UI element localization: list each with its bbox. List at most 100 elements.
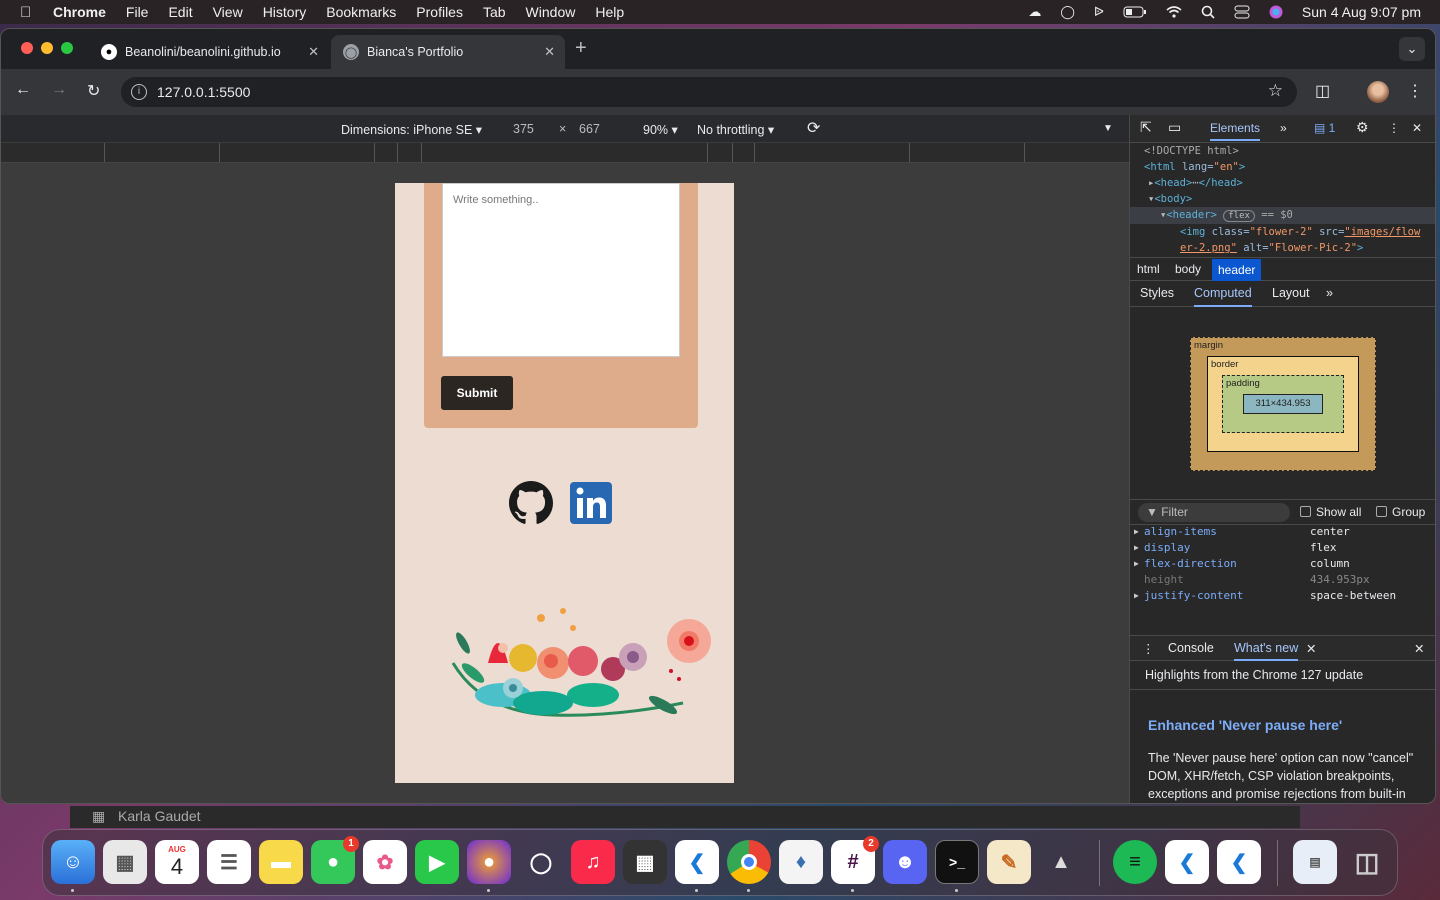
crumb-html[interactable]: html [1132,262,1165,280]
slack-icon[interactable]: #2 [831,836,879,884]
new-tab-button[interactable]: + [575,37,587,60]
firefox-icon[interactable]: ● [467,840,511,884]
box-model-margin[interactable]: margin border padding 311×434.953 [1190,337,1376,471]
vscode-icon[interactable]: ❮ [1217,840,1261,884]
device-toggle-icon[interactable]: ▭ [1168,119,1181,136]
more-tabs-icon[interactable]: » [1280,121,1287,135]
search-icon[interactable] [1201,5,1215,19]
devtools-menu-icon[interactable]: ⋮ [1388,121,1400,135]
issues-badge[interactable]: ▤ 1 [1314,121,1335,135]
settings-gear-icon[interactable]: ⚙ [1356,119,1369,136]
inspect-element-icon[interactable]: ⇱ [1140,119,1152,136]
chrome-menu-icon[interactable]: ⋮ [1407,81,1423,101]
property-row[interactable]: ▶ flex-direction column [1130,557,1435,573]
menu-help[interactable]: Help [595,4,624,20]
menu-bookmarks[interactable]: Bookmarks [326,4,396,20]
show-all-checkbox[interactable]: Show all [1300,505,1361,519]
background-window[interactable]: ▦ Karla Gaudet [70,806,1300,828]
more-options-icon[interactable]: ▼ [1103,123,1113,134]
tab-whats-new[interactable]: What's new [1234,641,1299,661]
box-model-content[interactable]: 311×434.953 [1243,394,1323,414]
profile-avatar[interactable] [1367,81,1389,103]
terminal-icon[interactable]: >_ [935,840,979,884]
app-icon[interactable]: ◯ [519,840,563,884]
close-window-button[interactable] [21,42,33,54]
forward-button[interactable]: → [51,81,67,99]
extensions-icon[interactable]: ◫ [1315,81,1330,101]
siri-icon[interactable] [1269,5,1283,19]
bookmark-star-icon[interactable]: ☆ [1268,81,1283,101]
chrome-icon[interactable] [727,840,771,884]
tab-console[interactable]: Console [1168,641,1214,655]
spotify-icon[interactable]: ≡ [1113,840,1157,884]
menu-history[interactable]: History [263,4,307,20]
device-dimensions-select[interactable]: Dimensions: iPhone SE ▾ [341,122,482,137]
menu-window[interactable]: Window [526,4,576,20]
bluetooth-icon[interactable]: ᐉ [1094,4,1104,20]
notes-icon[interactable]: ▬ [259,840,303,884]
rotate-icon[interactable]: ⟳ [807,118,820,138]
finder-icon[interactable]: ☺ [51,840,95,884]
menu-edit[interactable]: Edit [168,4,192,20]
tab-layout[interactable]: Layout [1272,286,1310,300]
menu-file[interactable]: File [126,4,149,20]
creative-cloud-icon[interactable]: ☁ [1028,4,1041,20]
whats-new-title[interactable]: Enhanced 'Never pause here' [1148,717,1342,733]
vscode-icon[interactable]: ❮ [1165,840,1209,884]
submit-button[interactable]: Submit [441,376,513,410]
close-devtools-icon[interactable]: ✕ [1412,121,1422,135]
close-tab-icon[interactable]: ✕ [308,44,319,60]
site-info-icon[interactable]: i [131,84,147,100]
dom-body[interactable]: ▾<body> [1130,191,1435,207]
device-width-input[interactable]: 375 [513,122,534,136]
dom-head[interactable]: ▸<head>⋯</head> [1130,175,1435,191]
calendar-icon[interactable]: AUG 4 [155,840,199,884]
box-model-border[interactable]: border padding 311×434.953 [1207,356,1359,452]
tab-styles[interactable]: Styles [1140,286,1174,300]
property-row[interactable]: ▶ justify-content space-between [1130,589,1435,605]
messages-icon[interactable]: ● 1 [311,836,359,884]
filter-input[interactable]: ▼ Filter [1138,503,1290,522]
archive-icon[interactable]: ▤ [1293,840,1337,884]
reload-button[interactable]: ↻ [87,81,100,101]
property-row[interactable]: ▶ display flex [1130,541,1435,557]
reminders-icon[interactable]: ☰ [207,840,251,884]
zoom-select[interactable]: 90% ▾ [643,122,678,137]
property-row[interactable]: height 434.953px [1130,573,1435,589]
github-icon[interactable] [509,481,553,525]
wifi-icon[interactable] [1166,6,1182,18]
launchpad-icon[interactable]: ▦ [103,840,147,884]
dom-doctype[interactable]: <!DOCTYPE html> [1130,143,1435,159]
close-drawer-icon[interactable]: ✕ [1414,641,1424,656]
tab-search-button[interactable]: ⌄ [1399,37,1425,61]
close-tab-icon[interactable]: ✕ [544,44,555,60]
box-model-padding[interactable]: padding 311×434.953 [1222,375,1344,433]
linkedin-icon[interactable] [569,481,615,527]
facetime-icon[interactable]: ▶ [415,840,459,884]
menu-view[interactable]: View [213,4,243,20]
battery-icon[interactable] [1123,6,1147,18]
dom-header-selected[interactable]: ▾<header> flex == $0 [1130,207,1435,224]
more-subtabs-icon[interactable]: » [1326,286,1333,300]
textedit-icon[interactable]: ✎ [987,840,1031,884]
music-icon[interactable]: ♫ [571,840,615,884]
url-text[interactable]: 127.0.0.1:5500 [157,84,250,100]
address-bar[interactable]: i 127.0.0.1:5500 ☆ [121,77,1297,107]
trash-icon[interactable]: ◫ [1345,840,1389,884]
dom-html[interactable]: <html lang="en"> [1130,159,1435,175]
tab-github[interactable]: ● Beanolini/beanolini.github.io ✕ [89,35,329,69]
group-checkbox[interactable]: Group [1376,505,1425,519]
rocket-icon[interactable]: ▲ [1039,840,1083,884]
property-row[interactable]: ▶ align-items center [1130,525,1435,541]
menu-tab[interactable]: Tab [483,4,506,20]
device-height-input[interactable]: 667 [579,122,600,136]
tab-elements[interactable]: Elements [1210,121,1261,141]
close-tab-icon[interactable]: ✕ [1306,641,1316,656]
sync-icon[interactable]: ◯ [1060,4,1075,20]
zoom-window-button[interactable] [61,42,73,54]
message-textarea[interactable]: Write something.. [442,183,680,357]
apple-icon[interactable]:  [20,4,36,21]
dom-img-cont[interactable]: er-2.png" alt="Flower-Pic-2"> [1130,240,1435,256]
python-icon[interactable]: ♦ [779,840,823,884]
drawer-menu-icon[interactable]: ⋮ [1142,641,1155,656]
